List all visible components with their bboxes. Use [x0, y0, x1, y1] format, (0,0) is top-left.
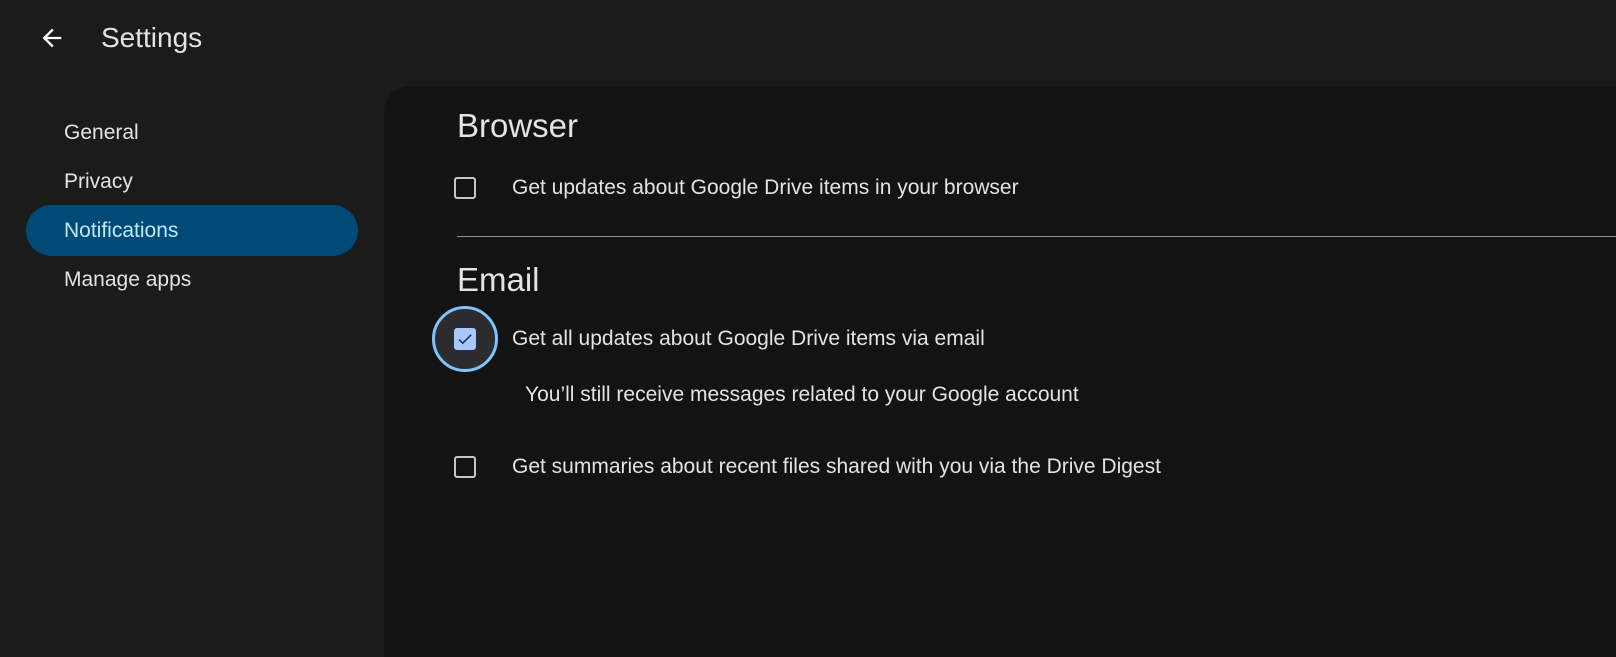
sidebar-item-label: Manage apps — [64, 267, 192, 291]
sidebar-item-label: Privacy — [64, 169, 133, 193]
section-divider — [457, 236, 1616, 237]
drive-digest-label: Get summaries about recent files shared … — [512, 455, 1161, 478]
email-all-updates-option[interactable]: Get all updates about Google Drive items… — [432, 306, 985, 372]
drive-digest-checkbox[interactable] — [454, 456, 476, 478]
email-section-title: Email — [457, 261, 540, 298]
page-title: Settings — [101, 22, 203, 53]
settings-app: Settings General Privacy Notifications M… — [0, 0, 1616, 657]
notifications-panel: Browser Get updates about Google Drive i… — [384, 86, 1616, 657]
sidebar-item-notifications[interactable]: Notifications — [26, 205, 358, 256]
sidebar-item-privacy[interactable]: Privacy — [26, 156, 358, 207]
email-all-updates-checkbox[interactable] — [454, 328, 476, 350]
browser-updates-label: Get updates about Google Drive items in … — [512, 176, 1019, 199]
header: Settings — [0, 0, 1616, 80]
sidebar-item-label: Notifications — [64, 218, 179, 242]
browser-section-title: Browser — [457, 107, 579, 144]
arrow-back-icon — [42, 28, 62, 48]
email-all-updates-label: Get all updates about Google Drive items… — [512, 327, 985, 350]
sidebar-item-manage-apps[interactable]: Manage apps — [26, 254, 358, 305]
sidebar-item-general[interactable]: General — [26, 107, 358, 158]
sidebar-nav: General Privacy Notifications Manage app… — [0, 110, 370, 305]
checkbox-focus-ring — [432, 306, 498, 372]
sidebar-item-label: General — [64, 120, 139, 144]
browser-updates-option[interactable]: Get updates about Google Drive items in … — [454, 176, 1019, 200]
back-button[interactable] — [30, 16, 74, 60]
check-icon — [458, 334, 472, 345]
drive-digest-option[interactable]: Get summaries about recent files shared … — [454, 455, 1161, 479]
browser-updates-checkbox[interactable] — [454, 177, 476, 199]
email-helper-text: You’ll still receive messages related to… — [525, 383, 1079, 406]
